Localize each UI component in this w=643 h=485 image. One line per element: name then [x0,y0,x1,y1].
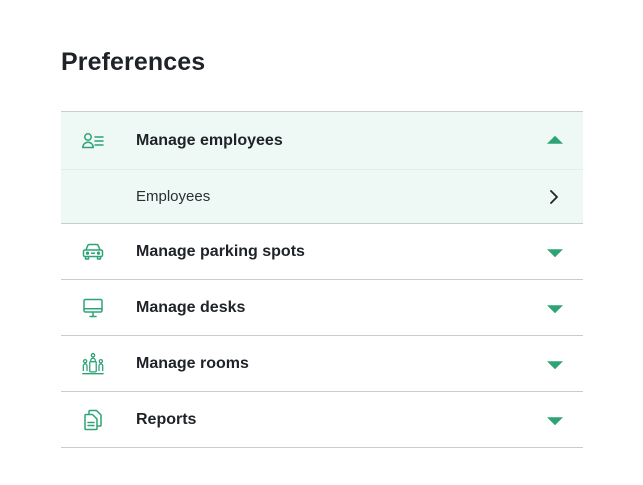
manage-parking-spots-label: Manage parking spots [136,242,305,260]
menu-item-manage-desks: Manage desks [61,280,583,336]
manage-rooms-header[interactable]: Manage rooms [61,336,583,391]
preferences-menu: Manage employees Employees Manage parkin… [61,111,583,448]
expand-caret-icon[interactable] [547,416,563,425]
menu-item-manage-parking-spots: Manage parking spots [61,224,583,280]
preferences-page: Preferences Manage employees Employees M… [0,0,643,485]
manage-rooms-label: Manage rooms [136,354,249,372]
employees-label: Employees [136,188,211,205]
documents-icon [81,408,105,432]
collapse-caret-icon[interactable] [547,135,563,144]
expand-caret-icon[interactable] [547,248,563,257]
manage-parking-spots-header[interactable]: Manage parking spots [61,224,583,279]
reports-header[interactable]: Reports [61,392,583,447]
expand-caret-icon[interactable] [547,360,563,369]
manage-desks-label: Manage desks [136,298,246,316]
user-list-icon [81,129,105,153]
subitem-employees[interactable]: Employees [61,170,583,223]
manage-employees-header[interactable]: Manage employees [61,112,583,170]
chevron-right-icon [550,189,558,204]
menu-item-manage-rooms: Manage rooms [61,336,583,392]
menu-item-manage-employees: Manage employees Employees [61,112,583,224]
reports-label: Reports [136,410,197,428]
manage-employees-label: Manage employees [136,131,283,149]
desk-monitor-icon [81,296,105,320]
page-title: Preferences [61,48,206,76]
manage-desks-header[interactable]: Manage desks [61,280,583,335]
car-icon [81,240,105,264]
menu-item-reports: Reports [61,392,583,448]
meeting-room-icon [81,352,105,376]
expand-caret-icon[interactable] [547,304,563,313]
